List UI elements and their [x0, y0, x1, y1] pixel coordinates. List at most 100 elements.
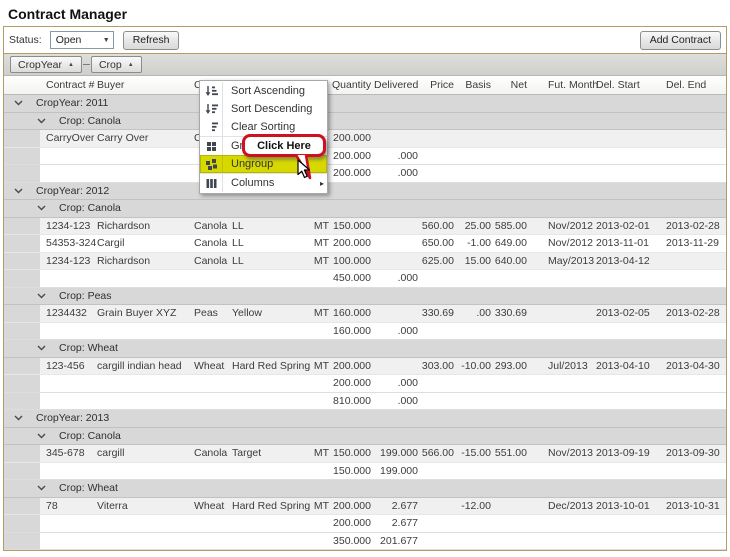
- row-indent: [4, 252, 40, 269]
- cell-commodity: LL: [232, 254, 244, 267]
- cell-crop: Wheat: [194, 499, 225, 512]
- group-summary-row: 350.000 201.677: [4, 532, 726, 550]
- group-panel: CropYear ▲ Crop ▲: [4, 54, 726, 76]
- group-chip-cropyear[interactable]: CropYear ▲: [10, 56, 82, 73]
- cell-unit: MT: [313, 359, 329, 372]
- cell-quantity: 450.000: [333, 272, 371, 285]
- cell-quantity: 200.000: [333, 499, 371, 512]
- row-indent: [4, 130, 40, 147]
- group-summary-row: 150.000 199.000: [4, 462, 726, 480]
- column-header-del_start[interactable]: Del. Start: [586, 79, 654, 91]
- row-indent: [4, 532, 40, 549]
- crop-group-row[interactable]: Crop: Wheat: [4, 340, 726, 358]
- cell-del_start: 2013-10-01: [596, 499, 650, 512]
- cell-del_end: 2013-10-31: [666, 499, 720, 512]
- contract-row[interactable]: CarryOverCarry OverCanola200.000: [4, 130, 726, 148]
- cell-basis: -12.00: [461, 499, 491, 512]
- cell-commodity: LL: [232, 219, 244, 232]
- cell-buyer: Richardson: [97, 219, 151, 232]
- menu-item-sort-ascending[interactable]: Sort Ascending: [200, 82, 327, 100]
- cell-net: 293.00: [494, 359, 527, 372]
- cell-commodity: Hard Red Spring: [232, 359, 311, 372]
- menu-item-label: Sort Descending: [231, 103, 313, 115]
- collapse-chevron-icon[interactable]: [37, 485, 46, 491]
- cell-quantity: 350.000: [333, 534, 371, 547]
- cell-quantity: 200.000: [333, 237, 371, 250]
- cell-del_start: 2013-04-12: [596, 254, 650, 267]
- group-summary-row: 200.000 2.677: [4, 515, 726, 533]
- contract-row[interactable]: 54353-324 Cargil Canola LL MT 200.000 650.00 -1…: [4, 235, 726, 253]
- cell-quantity: 200.000: [333, 167, 371, 180]
- cell-unit: MT: [313, 499, 329, 512]
- collapse-chevron-icon[interactable]: [37, 345, 46, 351]
- contract-row[interactable]: 1234432 Grain Buyer XYZ Peas Yellow MT 160.00…: [4, 305, 726, 323]
- column-header-contract[interactable]: Contract #: [40, 79, 94, 91]
- contract-row[interactable]: 1234-123 Richardson Canola LL MT 150.000 560.0…: [4, 217, 726, 235]
- cell-crop: Canola: [194, 219, 228, 232]
- column-header-quantity[interactable]: Quantity: [332, 79, 374, 91]
- cell-net: 585.00: [494, 219, 527, 232]
- cell-del_start: 2013-04-10: [596, 359, 650, 372]
- menu-item-sort-descending[interactable]: Sort Descending: [200, 100, 327, 118]
- collapse-chevron-icon[interactable]: [14, 100, 23, 106]
- cell-crop: Wheat: [194, 359, 225, 372]
- contract-row[interactable]: 1234-123 Richardson Canola LL MT 100.000 625.0…: [4, 252, 726, 270]
- group-chip-crop[interactable]: Crop ▲: [90, 56, 142, 73]
- grid-frame: Status: Open ▼ Refresh Add Contract Crop…: [3, 26, 727, 551]
- refresh-button[interactable]: Refresh: [122, 30, 180, 50]
- cell-quantity: 200.000: [333, 132, 371, 145]
- row-indent: [4, 497, 40, 514]
- group-row-label: Crop: Wheat: [59, 342, 118, 355]
- contract-row[interactable]: 78 Viterra Wheat Hard Red Spring MT 200.000 2.…: [4, 497, 726, 515]
- column-header-delivered[interactable]: Delivered: [374, 79, 421, 91]
- grid-rows: CropYear: 2011 Crop: Canola CarryOver Carry…: [4, 95, 726, 550]
- crop-group-row[interactable]: Crop: Canola: [4, 427, 726, 445]
- cell-contract: 123-456: [46, 359, 85, 372]
- year-group-row[interactable]: CropYear: 2011: [4, 95, 726, 113]
- cell-net: 330.69: [494, 307, 527, 320]
- row-indent: [4, 270, 40, 287]
- row-indent: [4, 445, 40, 462]
- sort-ascending-icon: [200, 82, 223, 100]
- cell-basis: -1.00: [467, 237, 491, 250]
- group-row-label: Crop: Canola: [59, 202, 121, 215]
- column-header-net[interactable]: Net: [494, 79, 530, 91]
- crop-group-row[interactable]: Crop: Canola: [4, 200, 726, 218]
- crop-group-row[interactable]: Crop: Canola: [4, 112, 726, 130]
- group-row-label: Crop: Peas: [59, 289, 112, 302]
- contract-row[interactable]: 123-456 cargill indian head Wheat Hard Red …: [4, 357, 726, 375]
- column-header-fut_month[interactable]: Fut. Month: [530, 79, 598, 91]
- row-indent: [4, 322, 40, 339]
- column-header-del_end[interactable]: Del. End: [654, 79, 724, 91]
- collapse-chevron-icon[interactable]: [37, 293, 46, 299]
- column-header-basis[interactable]: Basis: [457, 79, 494, 91]
- year-group-row[interactable]: CropYear: 2013: [4, 410, 726, 428]
- menu-item-label: Sort Ascending: [231, 85, 305, 97]
- header-indent-spacer: [4, 76, 40, 94]
- status-select[interactable]: Open ▼: [49, 31, 114, 49]
- cell-net: 640.00: [494, 254, 527, 267]
- collapse-chevron-icon[interactable]: [37, 433, 46, 439]
- contract-row[interactable]: 345-678 cargill Canola Target MT 150.000 199.0…: [4, 445, 726, 463]
- year-group-row[interactable]: CropYear: 2012: [4, 182, 726, 200]
- cell-contract: 1234432: [46, 307, 87, 320]
- cell-delivered: 2.677: [391, 499, 418, 512]
- cell-contract: CarryOver: [46, 132, 95, 145]
- crop-group-row[interactable]: Crop: Peas: [4, 287, 726, 305]
- cell-buyer: cargill: [97, 447, 125, 460]
- cell-delivered: .000: [397, 377, 418, 390]
- cell-delivered: .000: [397, 394, 418, 407]
- column-header-buyer[interactable]: Buyer: [92, 79, 189, 91]
- cell-delivered: .000: [397, 167, 418, 180]
- collapse-chevron-icon[interactable]: [37, 205, 46, 211]
- collapse-chevron-icon[interactable]: [37, 118, 46, 124]
- add-contract-button[interactable]: Add Contract: [639, 30, 721, 50]
- collapse-chevron-icon[interactable]: [14, 415, 23, 421]
- crop-group-row[interactable]: Crop: Wheat: [4, 480, 726, 498]
- collapse-chevron-icon[interactable]: [14, 188, 23, 194]
- cell-buyer: Carry Over: [97, 132, 149, 145]
- cell-price: 566.00: [421, 447, 454, 460]
- menu-item-label: Clear Sorting: [231, 121, 296, 133]
- cell-commodity: LL: [232, 237, 244, 250]
- column-header-price[interactable]: Price: [421, 79, 457, 91]
